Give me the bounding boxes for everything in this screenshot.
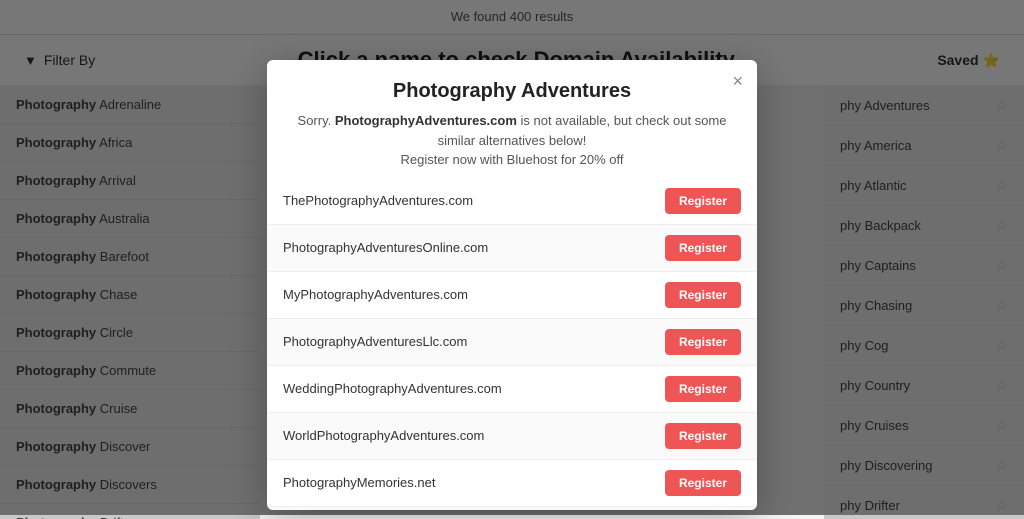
promo-text: Register now with Bluehost for 20% off (400, 152, 623, 167)
register-button[interactable]: Register (665, 282, 741, 308)
desc-before: Sorry. (298, 113, 335, 128)
register-button[interactable]: Register (665, 329, 741, 355)
domain-name: PhotographyAdventuresOnline.com (283, 240, 488, 255)
domain-name: ThePhotographyAdventures.com (283, 193, 473, 208)
domain-name: PhotographyAdventuresLlc.com (283, 334, 467, 349)
domain-row: PhotographyMemories.net Register (267, 460, 757, 507)
register-button[interactable]: Register (665, 376, 741, 402)
unavailable-domain: PhotographyAdventures.com (335, 113, 517, 128)
domain-row: ThePhotographyAdventures.com Register (267, 178, 757, 225)
modal-title: Photography Adventures (291, 80, 733, 103)
register-button[interactable]: Register (665, 423, 741, 449)
domain-name: PhotographyMemories.net (283, 475, 435, 490)
domain-row: PhotographyAdventuresLlc.com Register (267, 319, 757, 366)
domain-list: ThePhotographyAdventures.com Register Ph… (267, 178, 757, 511)
domain-row: PhotographyAdvantures.co Register (267, 507, 757, 511)
domain-row: WorldPhotographyAdventures.com Register (267, 413, 757, 460)
register-button[interactable]: Register (665, 188, 741, 214)
domain-modal: Photography Adventures × Sorry. Photogra… (267, 60, 757, 510)
modal-header: Photography Adventures × Sorry. Photogra… (267, 60, 757, 178)
modal-overlay: Photography Adventures × Sorry. Photogra… (0, 0, 1024, 515)
domain-row: MyPhotographyAdventures.com Register (267, 272, 757, 319)
modal-close-button[interactable]: × (732, 72, 743, 90)
domain-row: PhotographyAdventuresOnline.com Register (267, 225, 757, 272)
register-button[interactable]: Register (665, 235, 741, 261)
domain-name: MyPhotographyAdventures.com (283, 287, 468, 302)
register-button[interactable]: Register (665, 470, 741, 496)
domain-name: WeddingPhotographyAdventures.com (283, 381, 502, 396)
domain-row: WeddingPhotographyAdventures.com Registe… (267, 366, 757, 413)
domain-name: WorldPhotographyAdventures.com (283, 428, 484, 443)
modal-description: Sorry. PhotographyAdventures.com is not … (291, 111, 733, 170)
